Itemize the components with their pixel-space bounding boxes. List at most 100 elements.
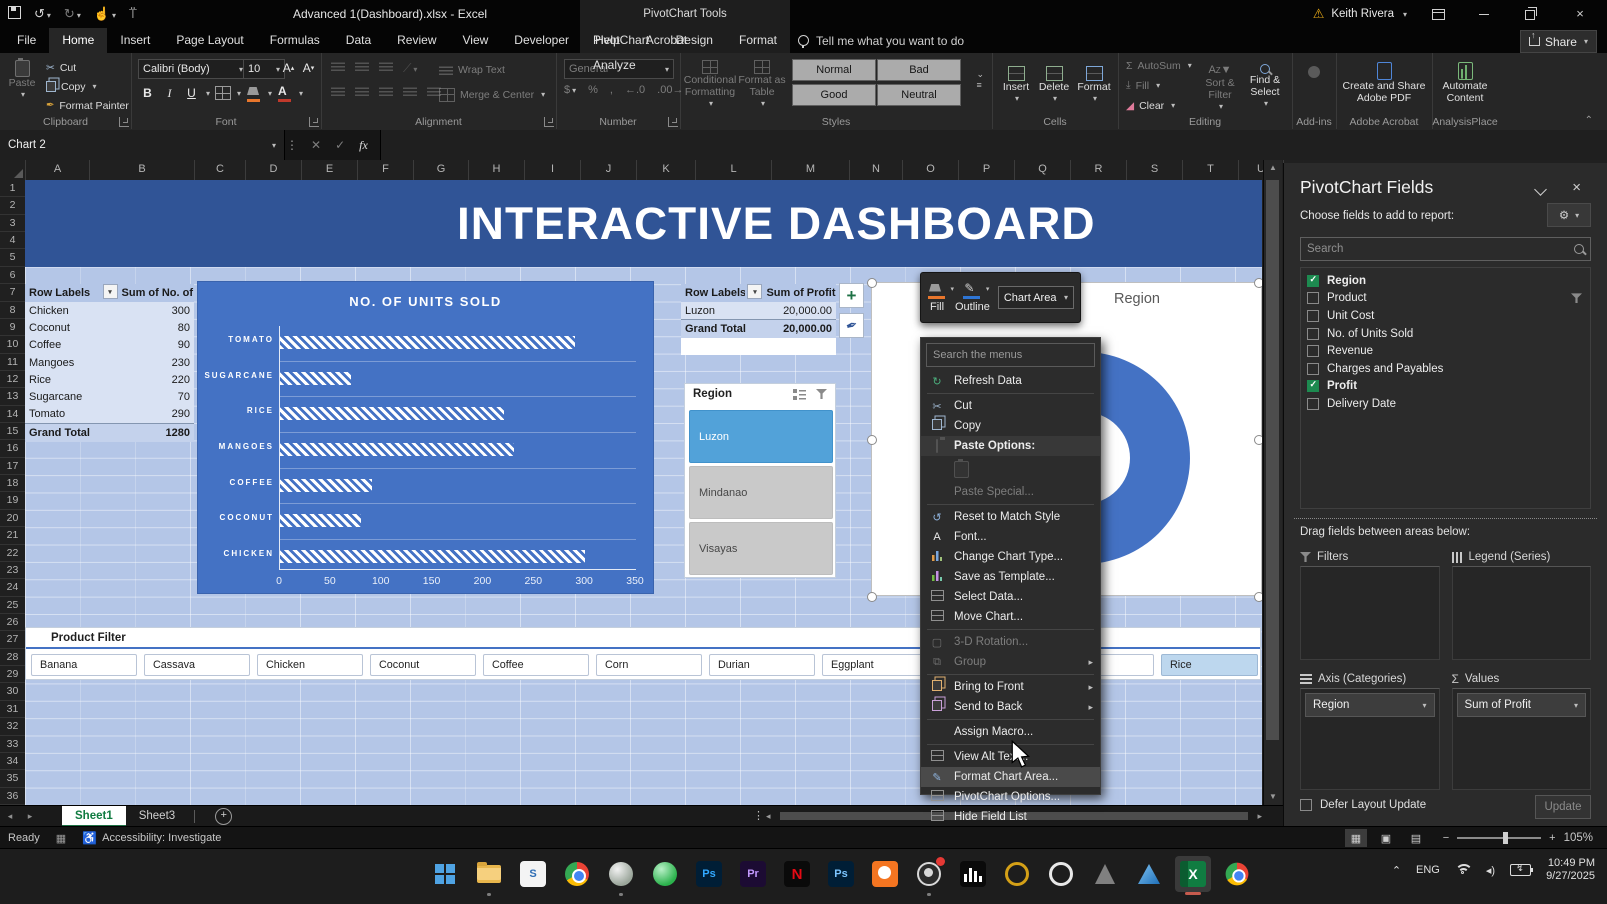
accessibility-status[interactable]: ♿ Accessibility: Investigate — [82, 831, 221, 845]
touch-mode-icon[interactable]: ☝▾ — [94, 6, 116, 22]
product-item-chicken[interactable]: Chicken — [257, 654, 363, 676]
product-item-durian[interactable]: Durian — [709, 654, 815, 676]
sort-filter-button[interactable]: AZ▼ Sort &Filter▾ — [1200, 59, 1240, 113]
zoom-slider[interactable] — [1457, 837, 1541, 839]
row-header[interactable]: 13 — [0, 388, 25, 405]
scroll-up-icon[interactable]: ▲ — [1264, 160, 1282, 176]
align-bottom-icon[interactable] — [379, 61, 393, 71]
taskbar-browser-app[interactable] — [1219, 856, 1255, 892]
row-header[interactable]: 19 — [0, 492, 25, 509]
axis-drop-area[interactable]: Region▾ — [1300, 688, 1440, 790]
pane-chevron-down-icon[interactable] — [1534, 183, 1547, 196]
bar[interactable] — [280, 336, 575, 349]
slicer-item-mindanao[interactable]: Mindanao — [689, 466, 833, 519]
menu-item-font[interactable]: AFont... — [921, 527, 1100, 547]
column-header[interactable]: C — [195, 160, 246, 180]
user-dropdown-icon[interactable]: ▾ — [1403, 10, 1407, 19]
row-header[interactable]: 21 — [0, 527, 25, 544]
taskbar-file-explorer[interactable] — [471, 856, 507, 892]
scroll-down-icon[interactable]: ▼ — [1264, 789, 1282, 805]
wrap-text-button[interactable]: Wrap Text — [439, 61, 505, 78]
tab-formulas[interactable]: Formulas — [257, 28, 333, 53]
checkbox-icon[interactable] — [1307, 292, 1319, 304]
undo-icon[interactable]: ↺▾ — [34, 6, 51, 22]
menu-item-hide-field-list[interactable]: Hide Field List — [921, 807, 1100, 827]
product-item-banana[interactable]: Banana — [31, 654, 137, 676]
merge-center-button[interactable]: Merge & Center▾ — [439, 86, 545, 103]
insert-function-icon[interactable]: fx — [359, 138, 368, 153]
field-profit[interactable]: Profit — [1307, 378, 1584, 396]
column-header[interactable]: J — [581, 160, 637, 180]
taskbar-app-circle-light[interactable] — [603, 856, 639, 892]
enter-icon[interactable]: ✓ — [335, 138, 345, 152]
number-dialog-launcher[interactable] — [668, 117, 678, 127]
grow-font-button[interactable]: A▴ — [279, 59, 298, 77]
table-cell[interactable]: 90 — [116, 337, 194, 354]
column-header[interactable]: G — [414, 160, 469, 180]
menu-search-input[interactable]: Search the menus — [926, 343, 1095, 367]
font-name-combo[interactable]: Calibri (Body)▾ — [138, 59, 248, 79]
table-cell[interactable]: Rice — [25, 371, 116, 388]
legend-drop-area[interactable] — [1452, 566, 1592, 660]
column-header[interactable]: L — [696, 160, 772, 180]
field-charges[interactable]: Charges and Payables — [1307, 360, 1584, 378]
battery-icon[interactable] — [1510, 864, 1531, 876]
menu-item-move-chart[interactable]: Move Chart... — [921, 607, 1100, 627]
checkbox-checked-icon[interactable] — [1307, 275, 1319, 287]
clipboard-dialog-launcher[interactable] — [119, 117, 129, 127]
cell-style-bad[interactable]: Bad — [877, 59, 961, 81]
row-header[interactable]: 1 — [0, 180, 25, 197]
chart-styles-brush-button[interactable]: ✒ — [839, 313, 864, 338]
vertical-scrollbar[interactable]: ▲ ▼ — [1263, 160, 1282, 805]
page-layout-view-button[interactable]: ▣ — [1375, 829, 1397, 847]
zoom-slider-thumb[interactable] — [1503, 832, 1508, 844]
cell-style-neutral[interactable]: Neutral — [877, 84, 961, 106]
menu-item-assign-macro[interactable]: Assign Macro... — [921, 722, 1100, 742]
row-header[interactable]: 16 — [0, 440, 25, 457]
align-center-icon[interactable] — [355, 86, 369, 96]
redo-icon[interactable]: ↻▾ — [64, 6, 81, 22]
field-delivery-date[interactable]: Delivery Date — [1307, 395, 1584, 413]
row-header[interactable]: 4 — [0, 232, 25, 249]
product-item-coffee[interactable]: Coffee — [483, 654, 589, 676]
ribbon-display-options-button[interactable] — [1419, 0, 1457, 28]
outline-button[interactable]: ✎▾ Outline — [955, 283, 990, 313]
chart-selection-handle[interactable] — [1254, 278, 1262, 288]
row-header[interactable]: 28 — [0, 649, 25, 666]
bar[interactable] — [280, 372, 351, 385]
row-header[interactable]: 9 — [0, 319, 25, 336]
new-sheet-button[interactable]: + — [215, 808, 232, 825]
taskbar-equalizer-app[interactable] — [955, 856, 991, 892]
taskbar-premiere[interactable]: Pr — [735, 856, 771, 892]
empty-cell[interactable] — [681, 338, 836, 355]
taskbar-photoshop-2[interactable]: Ps — [823, 856, 859, 892]
slicer-item-visayas[interactable]: Visayas — [689, 522, 833, 575]
fill-button[interactable]: ⤓Fill▾ — [1126, 77, 1192, 94]
name-box[interactable]: Chart 2▾ — [0, 130, 285, 160]
menu-item-refresh-data[interactable]: ↻Refresh Data — [921, 371, 1100, 391]
automate-content-button[interactable]: AutomateContent — [1436, 57, 1494, 104]
row-header[interactable]: 15 — [0, 423, 25, 440]
row-header[interactable]: 31 — [0, 701, 25, 718]
menu-item-save-as-template[interactable]: Save as Template... — [921, 567, 1100, 587]
row-header[interactable]: 11 — [0, 354, 25, 371]
taskbar-prism-app[interactable] — [1131, 856, 1167, 892]
align-left-icon[interactable] — [331, 86, 345, 96]
row-header[interactable]: 32 — [0, 718, 25, 735]
row-header[interactable]: 17 — [0, 458, 25, 475]
row-header[interactable]: 14 — [0, 406, 25, 423]
paste-option-button[interactable] — [921, 456, 1100, 482]
column-header[interactable]: S — [1127, 160, 1183, 180]
percent-format-icon[interactable]: % — [588, 84, 598, 96]
italic-button[interactable]: I — [160, 84, 179, 102]
bar[interactable] — [280, 479, 372, 492]
create-share-pdf-button[interactable]: Create and ShareAdobe PDF — [1340, 57, 1428, 104]
formula-bar-splitter[interactable]: ⋮ — [285, 130, 299, 160]
bold-button[interactable]: B — [138, 84, 157, 102]
checkbox-icon[interactable] — [1307, 310, 1319, 322]
taskbar-obs-studio[interactable] — [911, 856, 947, 892]
styles-gallery-more-button[interactable]: ⌄≡ — [976, 69, 984, 90]
update-button[interactable]: Update — [1535, 795, 1591, 819]
chart-element-combo[interactable]: Chart Area▾ — [998, 286, 1074, 309]
column-header[interactable]: I — [525, 160, 581, 180]
